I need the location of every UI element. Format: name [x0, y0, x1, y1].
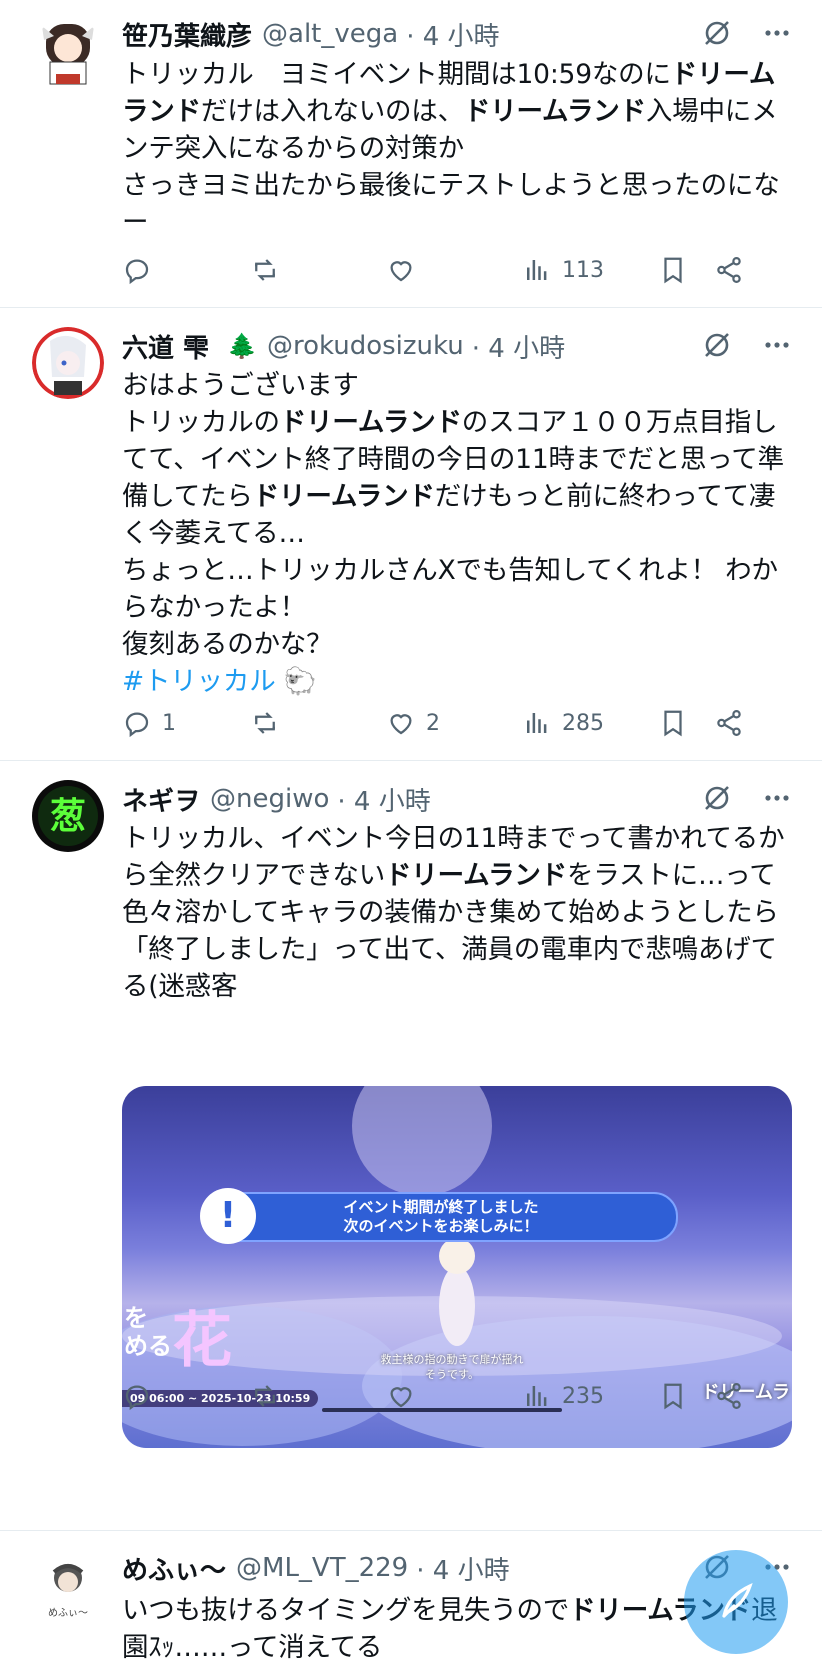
- tweet-text: トリッカル、イベント今日の11時までって書かれてるから全然クリアできないドリーム…: [122, 823, 785, 1002]
- like-button[interactable]: 2: [386, 703, 440, 743]
- views-button[interactable]: 113: [522, 250, 604, 290]
- share-icon: [717, 710, 741, 736]
- more-icon[interactable]: [762, 783, 792, 820]
- views-icon: [527, 260, 547, 280]
- bookmark-icon: [664, 1383, 682, 1410]
- view-count: 113: [562, 257, 604, 283]
- retweet-icon: [255, 712, 275, 734]
- display-name[interactable]: ネギヲ: [122, 781, 200, 818]
- avatar-caption: めふぃ～: [48, 1608, 88, 1619]
- heart-icon: [390, 1387, 412, 1408]
- big-flower-char: 花: [172, 1306, 232, 1376]
- share-button[interactable]: [714, 1376, 744, 1416]
- reply-icon: [125, 712, 149, 738]
- timestamp[interactable]: · 4 小時: [416, 1550, 509, 1587]
- alert-icon: !: [200, 1188, 256, 1244]
- tweet-header: 六道 雫 🌲 @rokudosizuku · 4 小時: [122, 326, 792, 366]
- action-bar: 235: [122, 1376, 792, 1416]
- left-text-2: める: [124, 1332, 172, 1360]
- display-name[interactable]: めふぃ〜: [122, 1550, 226, 1587]
- grok-icon[interactable]: [702, 330, 732, 367]
- tweet-header: 笹乃葉織彦 @alt_vega · 4 小時: [122, 14, 792, 54]
- like-count: 2: [426, 710, 440, 736]
- bookmark-button[interactable]: [658, 250, 688, 290]
- svg-text:葱: 葱: [50, 796, 86, 837]
- retweet-icon: [255, 259, 275, 281]
- banner-line-2: 次のイベントをお楽しみに！: [343, 1217, 539, 1235]
- subtitle-line-1: 救主様の指の動きで扉が揺れ: [380, 1353, 524, 1366]
- bookmark-icon: [664, 257, 682, 284]
- hashtag-link[interactable]: #トリッカル: [122, 666, 276, 697]
- display-name[interactable]: 笹乃葉織彦: [122, 16, 252, 53]
- retweet-button[interactable]: [250, 1376, 280, 1416]
- retweet-button[interactable]: [250, 703, 280, 743]
- views-button[interactable]: 285: [522, 703, 604, 743]
- compose-feather-icon: [722, 1583, 753, 1618]
- grok-icon[interactable]: [702, 783, 732, 820]
- reply-icon: [125, 259, 149, 285]
- timestamp[interactable]: · 4 小時: [472, 328, 565, 365]
- handle[interactable]: @negiwo: [210, 784, 329, 814]
- reply-button[interactable]: 1: [122, 703, 176, 743]
- tweet-header: ネギヲ @negiwo · 4 小時: [122, 779, 792, 819]
- avatar[interactable]: めふぃ～: [32, 1554, 104, 1626]
- timestamp[interactable]: · 4 小時: [406, 16, 499, 53]
- reply-icon: [125, 1385, 149, 1411]
- character-sticker-icon: 🐑: [283, 666, 317, 697]
- compose-button[interactable]: [684, 1550, 788, 1654]
- action-bar: 113: [122, 250, 792, 290]
- handle[interactable]: @alt_vega: [262, 19, 398, 49]
- tweet[interactable]: 笹乃葉織彦 @alt_vega · 4 小時 トリッカル ヨミイベント期間は10…: [0, 0, 822, 308]
- avatar[interactable]: [32, 18, 104, 90]
- views-icon: [527, 1386, 547, 1406]
- share-button[interactable]: [714, 250, 744, 290]
- share-icon: [717, 1383, 741, 1409]
- more-icon[interactable]: [762, 18, 792, 55]
- bookmark-button[interactable]: [658, 703, 688, 743]
- like-button[interactable]: [386, 1376, 416, 1416]
- tweet[interactable]: 六道 雫 🌲 @rokudosizuku · 4 小時 おはようございます トリ…: [0, 307, 822, 761]
- left-text: を める: [124, 1304, 172, 1360]
- bookmark-button[interactable]: [658, 1376, 688, 1416]
- left-text-1: を: [124, 1304, 148, 1332]
- tweet-text: トリッカル ヨミイベント期間は10:59なのにドリームランドだけは入れないのは、…: [122, 59, 780, 238]
- views-button[interactable]: 235: [522, 1376, 604, 1416]
- grok-icon[interactable]: [702, 18, 732, 55]
- views-icon: [527, 713, 547, 733]
- name-emoji: 🌲: [227, 332, 257, 360]
- like-button[interactable]: [386, 250, 416, 290]
- timestamp[interactable]: · 4 小時: [337, 781, 430, 818]
- view-count: 235: [562, 1383, 604, 1409]
- bookmark-icon: [664, 710, 682, 737]
- share-button[interactable]: [714, 703, 744, 743]
- handle[interactable]: @ML_VT_229: [236, 1553, 408, 1583]
- avatar[interactable]: [32, 327, 104, 399]
- tweet[interactable]: 葱 ネギヲ @negiwo · 4 小時 トリッカル、イベント今日の11時までっ…: [0, 760, 822, 1531]
- display-name[interactable]: 六道 雫: [122, 328, 209, 365]
- retweet-button[interactable]: [250, 250, 280, 290]
- reply-count: 1: [162, 710, 176, 736]
- event-ended-banner: ! イベント期間が終了しました 次のイベントをお楽しみに！: [200, 1188, 678, 1244]
- handle[interactable]: @rokudosizuku: [267, 331, 464, 361]
- heart-icon: [390, 714, 412, 735]
- retweet-icon: [255, 1385, 275, 1407]
- reply-button[interactable]: [122, 250, 152, 290]
- view-count: 285: [562, 710, 604, 736]
- more-icon[interactable]: [762, 330, 792, 367]
- share-icon: [717, 257, 741, 283]
- reply-button[interactable]: [122, 1376, 152, 1416]
- avatar[interactable]: 葱: [32, 780, 104, 852]
- heart-icon: [390, 261, 412, 282]
- tweet-text: おはようございます トリッカルのドリームランドのスコア１００万点目指してて、イベ…: [122, 370, 784, 697]
- action-bar: 1 2 285: [122, 703, 792, 743]
- banner-line-1: イベント期間が終了しました: [343, 1198, 539, 1216]
